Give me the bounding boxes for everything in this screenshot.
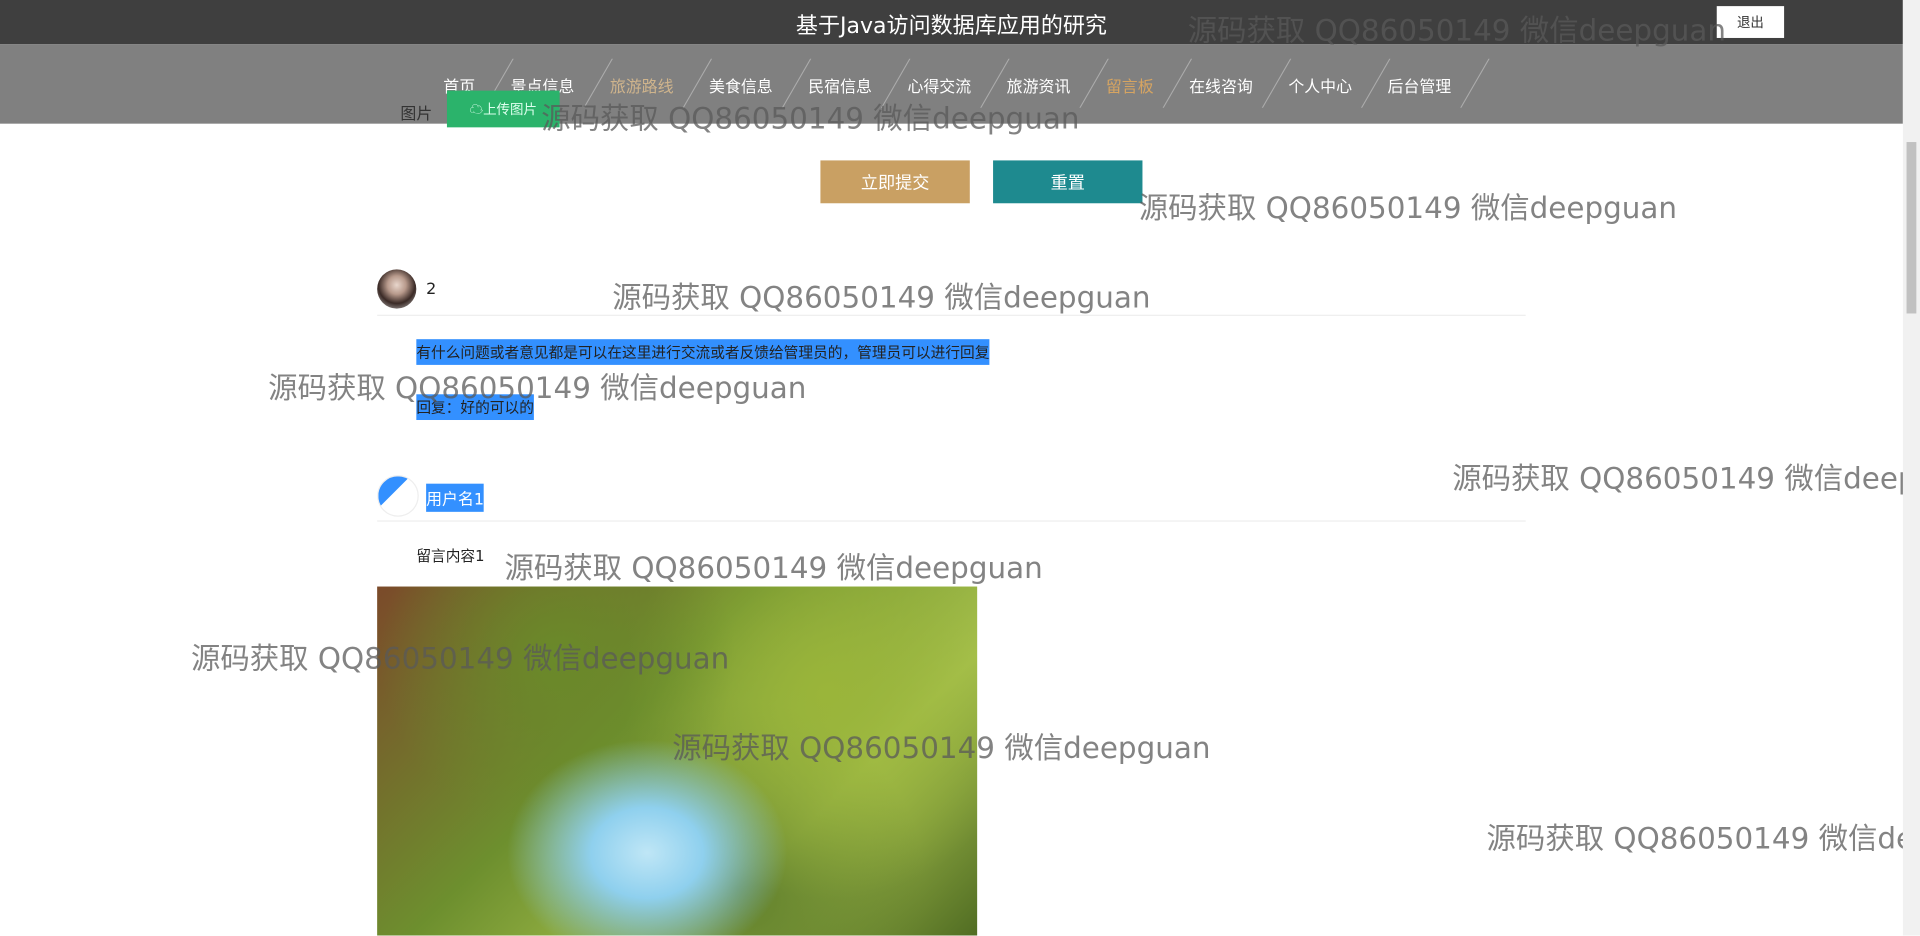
top-bar: 基于Java访问数据库应用的研究 退出 xyxy=(0,0,1903,45)
watermark: 源码获取 QQ86050149 微信deepguan xyxy=(504,551,1043,586)
nav-news[interactable]: 旅游资讯 xyxy=(992,73,1090,96)
watermark: 源码获取 QQ86050149 微信deepguan xyxy=(268,371,807,406)
watermark: 源码获取 QQ86050149 微信deepguan xyxy=(1486,821,1920,856)
message-username: 2 xyxy=(426,280,437,299)
message-content: 有什么问题或者意见都是可以在这里进行交流或者反馈给管理员的，管理员可以进行回复 xyxy=(416,339,990,365)
page: 基于Java访问数据库应用的研究 退出 首页 景点信息 旅游路线 美食信息 民宿… xyxy=(0,0,1920,936)
message-reply: 回复：好的可以的 xyxy=(416,394,534,421)
main-nav: 首页 景点信息 旅游路线 美食信息 民宿信息 心得交流 旅游资讯 留言板 在线咨… xyxy=(0,44,1903,124)
cloud-upload-icon: ☁ xyxy=(469,102,484,118)
nav-routes[interactable]: 旅游路线 xyxy=(595,73,693,96)
scrollbar[interactable] xyxy=(1902,0,1920,936)
nav-experience[interactable]: 心得交流 xyxy=(893,73,991,96)
upload-image-button[interactable]: ☁上传图片 xyxy=(446,90,560,128)
site-title: 基于Java访问数据库应用的研究 xyxy=(795,13,1107,40)
reset-button[interactable]: 重置 xyxy=(993,160,1143,204)
message-image xyxy=(377,586,978,936)
watermark: 源码获取 QQ86050149 微信deepguan xyxy=(1138,191,1678,226)
nav-consult[interactable]: 在线咨询 xyxy=(1174,73,1272,96)
watermark: 源码获取 QQ86050149 微信deepguan xyxy=(1452,461,1920,496)
nav-profile[interactable]: 个人中心 xyxy=(1274,73,1372,96)
avatar xyxy=(377,269,417,309)
watermark: 源码获取 QQ86050149 微信deepguan xyxy=(612,280,1151,315)
image-label: 图片 xyxy=(400,105,433,124)
scrollbar-thumb[interactable] xyxy=(1906,142,1917,314)
nav-homestay[interactable]: 民宿信息 xyxy=(794,73,892,96)
nav-food[interactable]: 美食信息 xyxy=(694,73,792,96)
nav-admin[interactable]: 后台管理 xyxy=(1373,73,1471,96)
nav-message-board[interactable]: 留言板 xyxy=(1091,73,1173,96)
message-content: 留言内容1 xyxy=(416,547,485,565)
message-username: 用户名1 xyxy=(426,483,485,512)
divider xyxy=(377,520,1526,522)
logout-button[interactable]: 退出 xyxy=(1716,6,1785,38)
avatar xyxy=(377,475,419,517)
divider xyxy=(377,314,1526,316)
submit-button[interactable]: 立即提交 xyxy=(820,160,970,204)
